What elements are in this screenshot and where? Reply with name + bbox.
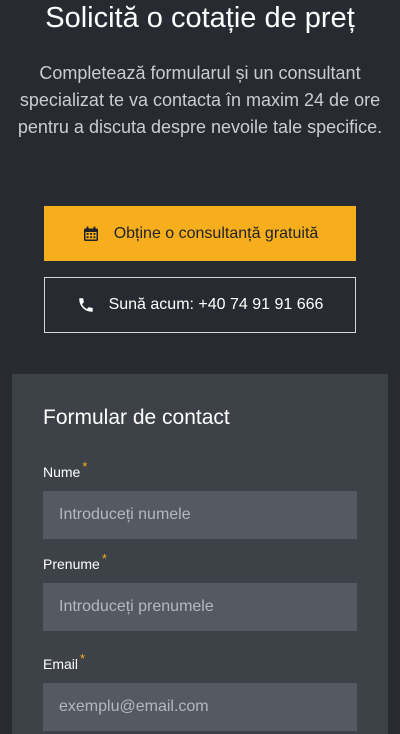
free-consultation-button[interactable]: Obține o consultanță gratuită — [44, 206, 356, 261]
required-asterisk: * — [82, 459, 88, 474]
first-name-label: Nume * — [43, 459, 87, 480]
email-label-text: Email — [43, 656, 79, 672]
required-asterisk: * — [101, 551, 107, 566]
email-label: Email * — [43, 651, 85, 672]
page-title: Solicită o cotație de preț — [45, 2, 355, 34]
email-input[interactable] — [43, 683, 357, 731]
call-now-label: Sună acum: +40 74 91 91 666 — [108, 296, 324, 313]
first-name-label-text: Nume — [43, 464, 81, 480]
last-name-label-text: Prenume — [43, 556, 100, 572]
hero-description: Completează formularul și un consultant … — [17, 63, 383, 137]
phone-icon — [77, 296, 95, 314]
form-title: Formular de contact — [43, 406, 230, 429]
first-name-input[interactable] — [43, 491, 357, 539]
contact-form: Formular de contact Nume* Prenume* Email… — [12, 374, 388, 734]
free-consultation-label: Obține o consultanță gratuită — [113, 224, 319, 242]
required-asterisk: * — [80, 651, 86, 666]
calendar-icon — [82, 225, 100, 243]
last-name-label: Prenume * — [43, 551, 107, 572]
last-name-input[interactable] — [43, 583, 357, 631]
call-now-button[interactable]: Sună acum: +40 74 91 91 666 — [44, 277, 356, 333]
